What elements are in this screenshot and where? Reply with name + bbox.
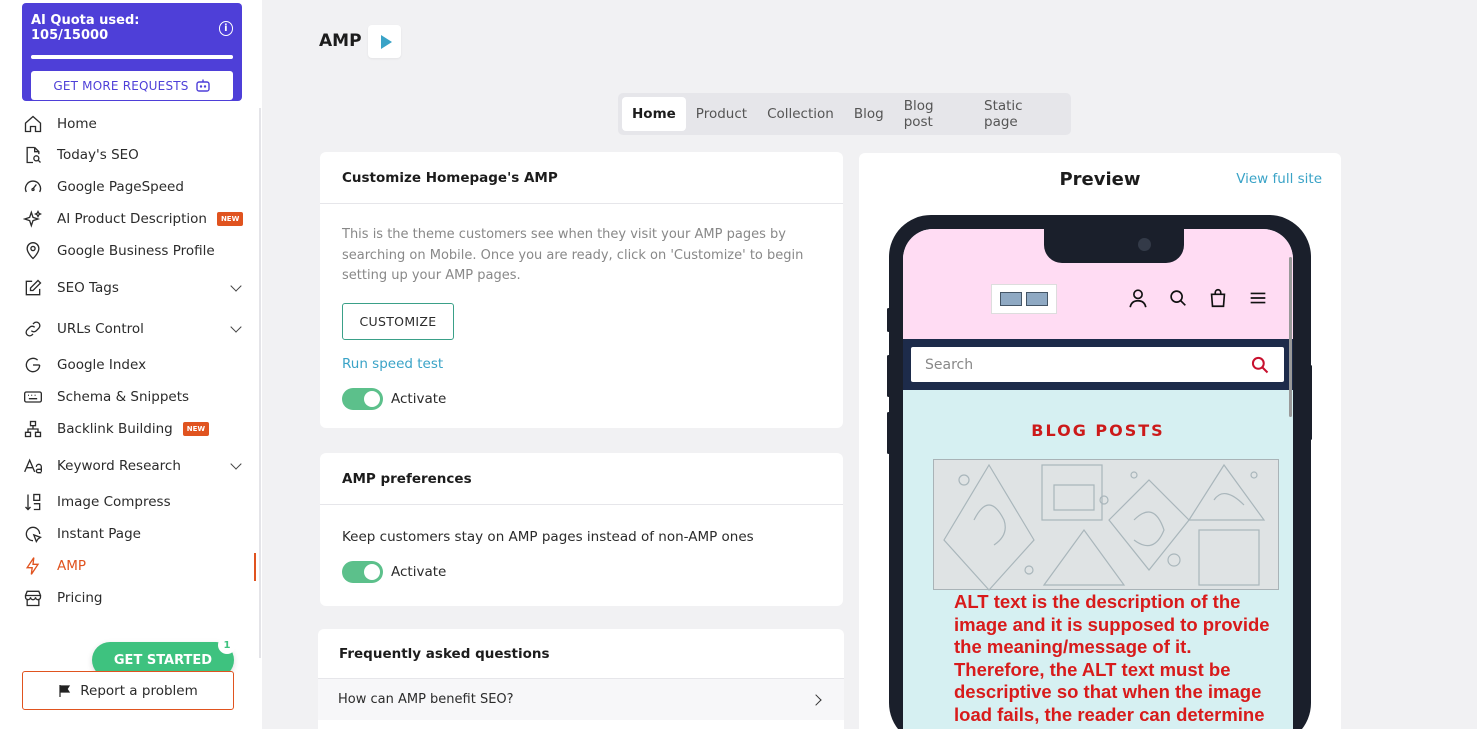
map-pin-icon [22, 240, 44, 262]
sidebar-item-google-index[interactable]: Google Index [22, 350, 244, 380]
customize-button[interactable]: CUSTOMIZE [342, 302, 454, 340]
preferences-text: Keep customers stay on AMP pages instead… [342, 529, 754, 545]
tab-product[interactable]: Product [686, 97, 757, 131]
faq-item[interactable]: How can AMP benefit SEO? [318, 678, 844, 720]
report-problem-button[interactable]: Report a problem [22, 671, 234, 710]
tab-blog-post[interactable]: Blog post [894, 97, 974, 131]
play-icon [380, 34, 392, 49]
ai-quota-panel: AI Quota used: 105/15000 i GET MORE REQU… [22, 3, 242, 101]
chevron-down-icon[interactable] [230, 321, 242, 333]
link-icon [22, 318, 44, 340]
sidebar-item-urls-control[interactable]: URLs Control [22, 314, 244, 344]
card-title: AMP preferences [320, 453, 843, 505]
chevron-down-icon[interactable] [230, 280, 242, 292]
bolt-icon [22, 555, 44, 577]
page-title: AMP [319, 31, 362, 51]
quota-progress-fill [31, 55, 233, 59]
quota-progress-bar [31, 55, 233, 59]
customize-description: This is the theme customers see when the… [342, 227, 804, 283]
sidebar-item-backlink-building[interactable]: Backlink Building NEW [22, 414, 244, 444]
menu-icon [1250, 292, 1266, 304]
sidebar-scrollbar[interactable] [259, 108, 261, 658]
sidebar-item-image-compress[interactable]: Image Compress [22, 487, 244, 517]
sitemap-icon [22, 418, 44, 440]
card-title: Customize Homepage's AMP [320, 152, 843, 204]
sidebar-item-google-pagespeed[interactable]: Google PageSpeed [22, 172, 244, 202]
notification-count-badge: 1 [218, 636, 236, 654]
cursor-click-icon [22, 523, 44, 545]
toggle-label: Activate [391, 390, 447, 407]
site-search-band: Search [903, 339, 1293, 390]
sidebar-item-keyword-research[interactable]: Keyword Research [22, 451, 244, 481]
preview-scrollbar[interactable] [1289, 257, 1292, 417]
sidebar-item-home[interactable]: Home [22, 109, 244, 139]
page-type-tabs: Home Product Collection Blog Blog post S… [618, 93, 1071, 135]
tab-home[interactable]: Home [622, 97, 686, 131]
quota-label: AI Quota used: 105/15000 [31, 13, 140, 43]
sidebar-item-todays-seo[interactable]: Today's SEO [22, 140, 244, 170]
amp-preferences-card: AMP preferences Keep customers stay on A… [320, 453, 843, 606]
alt-text-paragraph: ALT text is the description of the image… [954, 591, 1270, 725]
sidebar-item-seo-tags[interactable]: SEO Tags [22, 273, 244, 303]
tab-blog[interactable]: Blog [844, 97, 894, 131]
info-icon[interactable]: i [218, 20, 233, 36]
keyboard-icon [22, 386, 44, 408]
tab-static-page[interactable]: Static page [974, 97, 1067, 131]
google-icon [22, 354, 44, 376]
sidebar-item-ai-product-description[interactable]: AI Product Description NEW [22, 204, 244, 234]
home-icon [22, 113, 44, 135]
text-size-icon [22, 455, 44, 477]
sparkles-icon [22, 208, 44, 230]
gauge-icon [22, 176, 44, 198]
tab-collection[interactable]: Collection [757, 97, 844, 131]
phone-mockup: Ban 251 Search BLOG POSTS [889, 215, 1311, 729]
new-badge: NEW [216, 212, 244, 226]
account-icon [1129, 289, 1147, 308]
report-search-icon [22, 144, 44, 166]
activate-amp-toggle[interactable] [342, 387, 383, 410]
toggle-label: Activate [391, 564, 447, 580]
customize-amp-card: Customize Homepage's AMP This is the the… [320, 152, 843, 428]
store-icon [22, 587, 44, 609]
chevron-right-icon [810, 693, 822, 706]
chevron-down-icon[interactable] [230, 458, 242, 470]
sidebar-item-pricing[interactable]: Pricing [22, 583, 244, 613]
run-speed-test-link[interactable]: Run speed test [342, 356, 821, 372]
sort-icon [22, 491, 44, 513]
search-icon [1251, 356, 1269, 373]
store-logo [991, 284, 1057, 314]
blog-illustration [933, 459, 1279, 591]
sidebar-item-schema-snippets[interactable]: Schema & Snippets [22, 382, 244, 412]
blog-posts-heading: BLOG POSTS [1031, 421, 1165, 440]
robot-icon [195, 79, 210, 92]
site-search-input: Search [911, 347, 1284, 382]
sidebar-item-google-business-profile[interactable]: Google Business Profile [22, 236, 244, 266]
active-indicator [254, 553, 256, 581]
get-more-requests-button[interactable]: GET MORE REQUESTS [31, 71, 233, 100]
sidebar: AI Quota used: 105/15000 i GET MORE REQU… [0, 0, 262, 729]
blog-illustration-drawing [943, 463, 1266, 591]
play-video-button[interactable] [368, 25, 401, 58]
faq-card: Frequently asked questions How can AMP b… [318, 629, 844, 729]
sidebar-item-amp[interactable]: AMP [22, 551, 244, 581]
phone-notch [1044, 229, 1184, 263]
amp-preview-screen[interactable]: Ban 251 Search BLOG POSTS [903, 229, 1293, 729]
edit-icon [22, 277, 44, 299]
stay-on-amp-toggle[interactable] [342, 561, 383, 583]
new-badge: NEW [182, 422, 210, 436]
search-icon [1170, 290, 1186, 306]
flag-icon [59, 684, 71, 697]
bag-icon [1210, 288, 1226, 308]
card-title: Frequently asked questions [339, 645, 550, 662]
sidebar-item-instant-page[interactable]: Instant Page [22, 519, 244, 549]
view-full-site-link[interactable]: View full site [1236, 171, 1322, 187]
